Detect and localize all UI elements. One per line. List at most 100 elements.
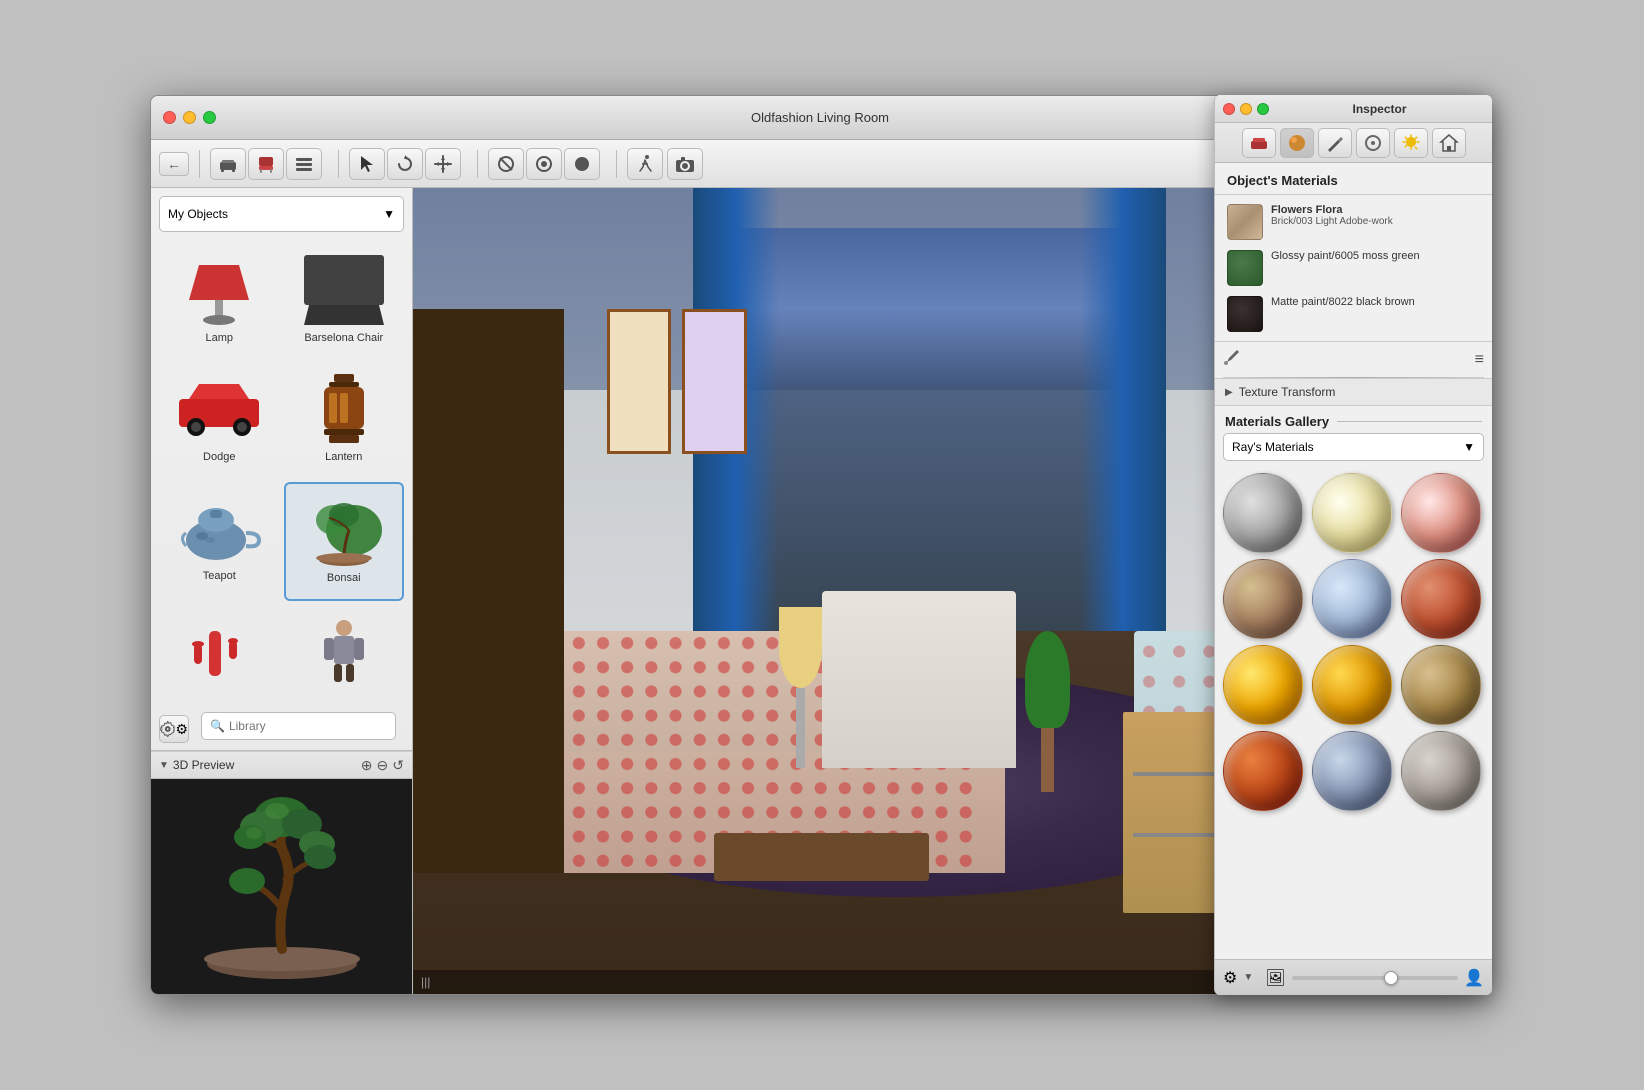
- minimize-button[interactable]: [183, 111, 196, 124]
- inspector-person-icon[interactable]: 👤: [1464, 968, 1484, 988]
- toolbar-separator-2: [338, 150, 339, 178]
- close-button[interactable]: [163, 111, 176, 124]
- inspector-body: Object's Materials Flowers Flora Brick/0…: [1215, 163, 1492, 959]
- tab-building[interactable]: [1432, 128, 1466, 158]
- tab-edit[interactable]: [1318, 128, 1352, 158]
- material-item-matte-black[interactable]: Matte paint/8022 black brown: [1223, 291, 1484, 337]
- material-actions: ≡: [1215, 341, 1492, 377]
- object-label-teapot: Teapot: [203, 570, 236, 582]
- cactus-thumbnail: [174, 611, 264, 691]
- inspector-title: Inspector: [1275, 102, 1484, 116]
- tab-objects[interactable]: [1242, 128, 1276, 158]
- dodge-thumbnail: [174, 369, 264, 449]
- zoom-out-button[interactable]: ⊖: [377, 757, 389, 774]
- material-ball-orange-bright[interactable]: [1223, 645, 1303, 725]
- window-title: Oldfashion Living Room: [751, 110, 889, 125]
- material-ball-slate-blue[interactable]: [1312, 731, 1392, 811]
- inspector-panel: Inspector Object's Materials: [1214, 95, 1492, 995]
- inspector-controls: [1223, 103, 1269, 115]
- inspector-close-button[interactable]: [1223, 103, 1235, 115]
- gallery-dropdown[interactable]: Ray's Materials ▼: [1223, 433, 1484, 461]
- walk-tool[interactable]: [627, 148, 663, 180]
- gallery-header: Materials Gallery: [1215, 406, 1492, 433]
- inspector-gear-icon[interactable]: ⚙: [1223, 968, 1237, 988]
- object-item-cactus[interactable]: [159, 605, 280, 708]
- eyedropper-icon[interactable]: [1223, 348, 1241, 371]
- settings-button[interactable]: ⚙: [159, 715, 189, 743]
- zoom-in-button[interactable]: ⊕: [361, 757, 373, 774]
- texture-transform-arrow: ▶: [1225, 387, 1233, 398]
- texture-transform-label: Texture Transform: [1239, 385, 1336, 399]
- material-ball-orange-dark[interactable]: [1223, 731, 1303, 811]
- material-ball-orange-med[interactable]: [1312, 645, 1392, 725]
- move-tool[interactable]: [425, 148, 461, 180]
- search-icon: 🔍: [210, 719, 225, 733]
- tab-materials[interactable]: [1280, 128, 1314, 158]
- no-render-tool[interactable]: [488, 148, 524, 180]
- back-button[interactable]: ←: [159, 152, 189, 176]
- object-item-lamp[interactable]: Lamp: [159, 244, 280, 359]
- slider-container: [1292, 976, 1459, 980]
- inspector-photo-icon[interactable]: 🖼: [1265, 968, 1285, 988]
- material-swatch-flowers-flora: [1227, 204, 1263, 240]
- object-item-barcelona-chair[interactable]: Barselona Chair: [284, 244, 405, 359]
- search-bar[interactable]: 🔍: [201, 712, 396, 740]
- material-slider[interactable]: [1292, 976, 1459, 980]
- preview-controls: ⊕ ⊖ ↺: [361, 757, 404, 774]
- object-label-dodge: Dodge: [203, 451, 235, 463]
- material-ball-rust-orange[interactable]: [1401, 559, 1481, 639]
- texture-transform-section[interactable]: ▶ Texture Transform: [1215, 378, 1492, 406]
- window-controls: [163, 111, 216, 124]
- material-item-flowers-flora[interactable]: Flowers Flora Brick/003 Light Adobe-work: [1223, 199, 1484, 245]
- barcelona-chair-thumbnail: [299, 250, 389, 330]
- material-ball-stone-grey[interactable]: [1401, 731, 1481, 811]
- preview-area: [151, 779, 412, 994]
- refresh-button[interactable]: ↺: [392, 757, 404, 774]
- material-item-glossy-moss[interactable]: Glossy paint/6005 moss green: [1223, 245, 1484, 291]
- object-item-lantern[interactable]: Lantern: [284, 363, 405, 478]
- inspector-tabs: [1215, 123, 1492, 163]
- material-ball-floral-yellow[interactable]: [1312, 473, 1392, 553]
- inspector-maximize-button[interactable]: [1257, 103, 1269, 115]
- maximize-button[interactable]: [203, 111, 216, 124]
- circle-render-tool[interactable]: [526, 148, 562, 180]
- toolbar-separator-1: [199, 150, 200, 178]
- chair-tool[interactable]: [248, 148, 284, 180]
- rotate-tool[interactable]: [387, 148, 423, 180]
- object-selector-dropdown[interactable]: My Objects ▼: [159, 196, 404, 232]
- preview-title: 3D Preview: [173, 758, 234, 772]
- object-item-dodge[interactable]: Dodge: [159, 363, 280, 478]
- material-ball-floral-grey[interactable]: [1223, 473, 1303, 553]
- material-swatch-glossy-moss: [1227, 250, 1263, 286]
- cursor-tool[interactable]: [349, 148, 385, 180]
- material-menu-icon[interactable]: ≡: [1475, 351, 1484, 369]
- transform-tool-group: [349, 148, 461, 180]
- material-ball-floral-red[interactable]: [1401, 473, 1481, 553]
- slider-thumb[interactable]: [1384, 971, 1398, 985]
- object-selector-label: My Objects: [168, 207, 228, 221]
- material-ball-wood-tan[interactable]: [1401, 645, 1481, 725]
- search-input[interactable]: [229, 719, 387, 733]
- teapot-thumbnail: [174, 488, 264, 568]
- inspector-minimize-button[interactable]: [1240, 103, 1252, 115]
- material-ball-tapestry-brown[interactable]: [1223, 559, 1303, 639]
- material-swatch-matte-black: [1227, 296, 1263, 332]
- preview-collapse-icon[interactable]: ▼: [159, 760, 169, 771]
- bonsai-3d-preview: [182, 789, 382, 984]
- object-item-teapot[interactable]: Teapot: [159, 482, 280, 601]
- list-view-tool[interactable]: [286, 148, 322, 180]
- object-label-lantern: Lantern: [325, 451, 362, 463]
- material-name-glossy-moss: Glossy paint/6005 moss green: [1271, 250, 1480, 262]
- furniture-tool[interactable]: [210, 148, 246, 180]
- full-render-tool[interactable]: [564, 148, 600, 180]
- tab-light[interactable]: [1394, 128, 1428, 158]
- camera-tool[interactable]: [667, 148, 703, 180]
- object-item-figure[interactable]: [284, 605, 405, 708]
- materials-grid: [1215, 469, 1492, 815]
- gallery-title: Materials Gallery: [1225, 414, 1329, 429]
- object-item-bonsai[interactable]: Bonsai: [284, 482, 405, 601]
- lamp-thumbnail: [174, 250, 264, 330]
- toolbar-separator-3: [477, 150, 478, 178]
- material-ball-diamond-blue[interactable]: [1312, 559, 1392, 639]
- tab-settings[interactable]: [1356, 128, 1390, 158]
